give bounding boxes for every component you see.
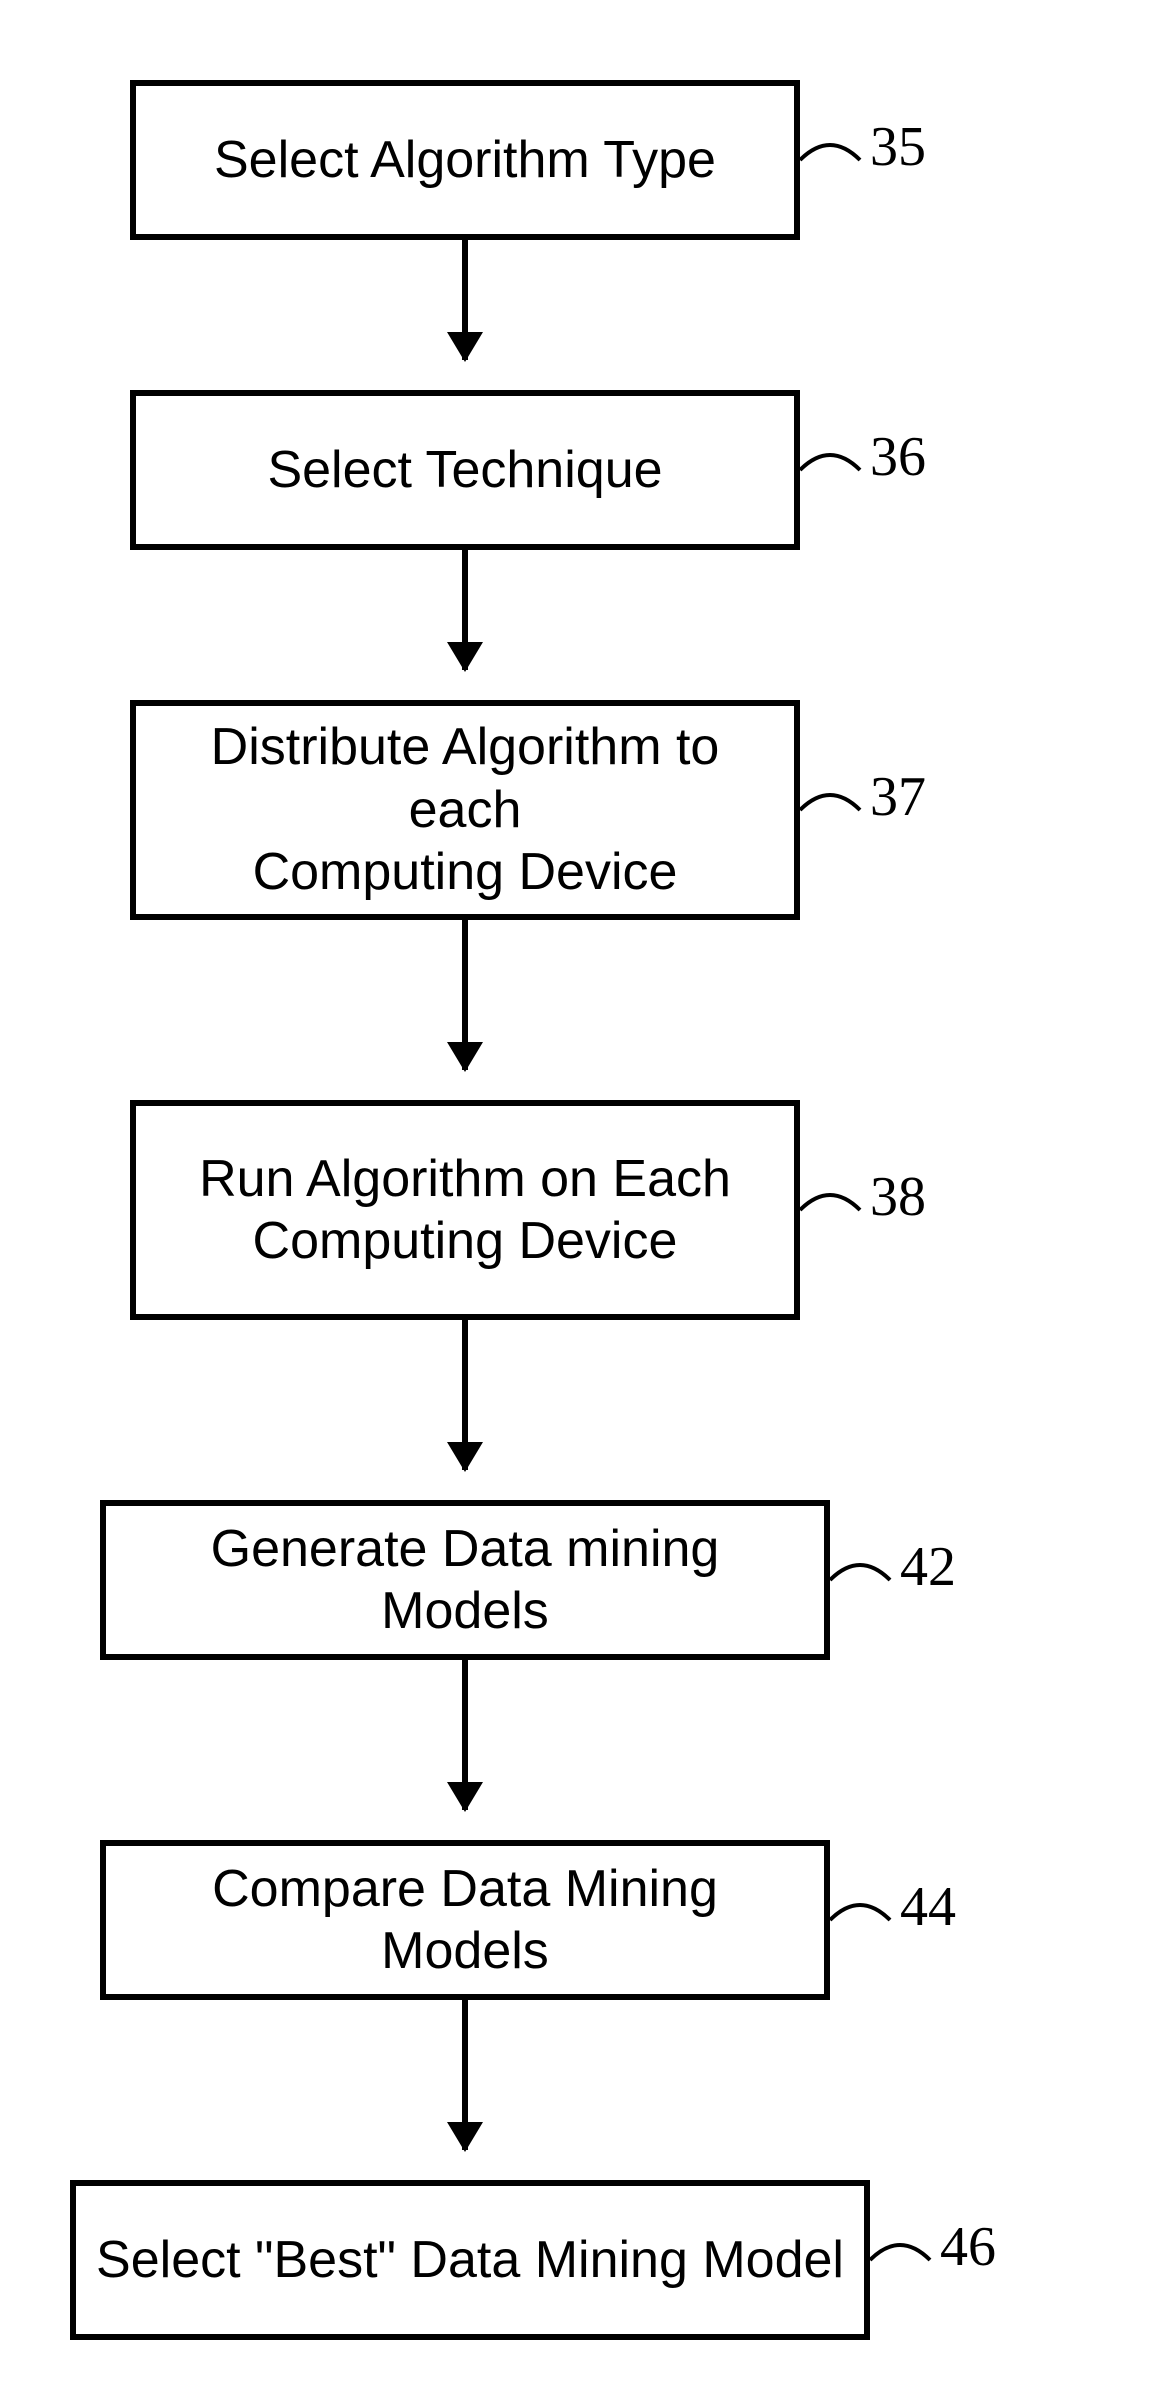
step-text: Select Algorithm Type <box>214 129 716 191</box>
arrow-down <box>462 550 468 670</box>
arrow-down <box>462 240 468 360</box>
step-text: Distribute Algorithm to each Computing D… <box>156 716 774 903</box>
step-number-label: 38 <box>870 1165 926 1229</box>
step-box-compare-models: Compare Data Mining Models <box>100 1840 830 2000</box>
step-box-run-algorithm: Run Algorithm on Each Computing Device <box>130 1100 800 1320</box>
step-text: Compare Data Mining Models <box>126 1858 804 1983</box>
step-number-label: 37 <box>870 765 926 829</box>
step-text: Run Algorithm on Each Computing Device <box>199 1148 731 1273</box>
arrow-down <box>462 1660 468 1810</box>
step-number-label: 46 <box>940 2215 996 2279</box>
arrow-down <box>462 920 468 1070</box>
step-box-distribute-algorithm: Distribute Algorithm to each Computing D… <box>130 700 800 920</box>
step-text: Generate Data mining Models <box>126 1518 804 1643</box>
step-number-label: 35 <box>870 115 926 179</box>
arrow-down <box>462 2000 468 2150</box>
step-box-generate-models: Generate Data mining Models <box>100 1500 830 1660</box>
step-text: Select Technique <box>267 439 662 501</box>
step-box-select-algorithm-type: Select Algorithm Type <box>130 80 800 240</box>
arrow-down <box>462 1320 468 1470</box>
step-text: Select "Best" Data Mining Model <box>96 2229 844 2291</box>
flowchart-canvas: Select Algorithm Type 35 Select Techniqu… <box>0 0 1154 2384</box>
step-box-select-best-model: Select "Best" Data Mining Model <box>70 2180 870 2340</box>
step-number-label: 36 <box>870 425 926 489</box>
step-box-select-technique: Select Technique <box>130 390 800 550</box>
step-number-label: 44 <box>900 1875 956 1939</box>
step-number-label: 42 <box>900 1535 956 1599</box>
